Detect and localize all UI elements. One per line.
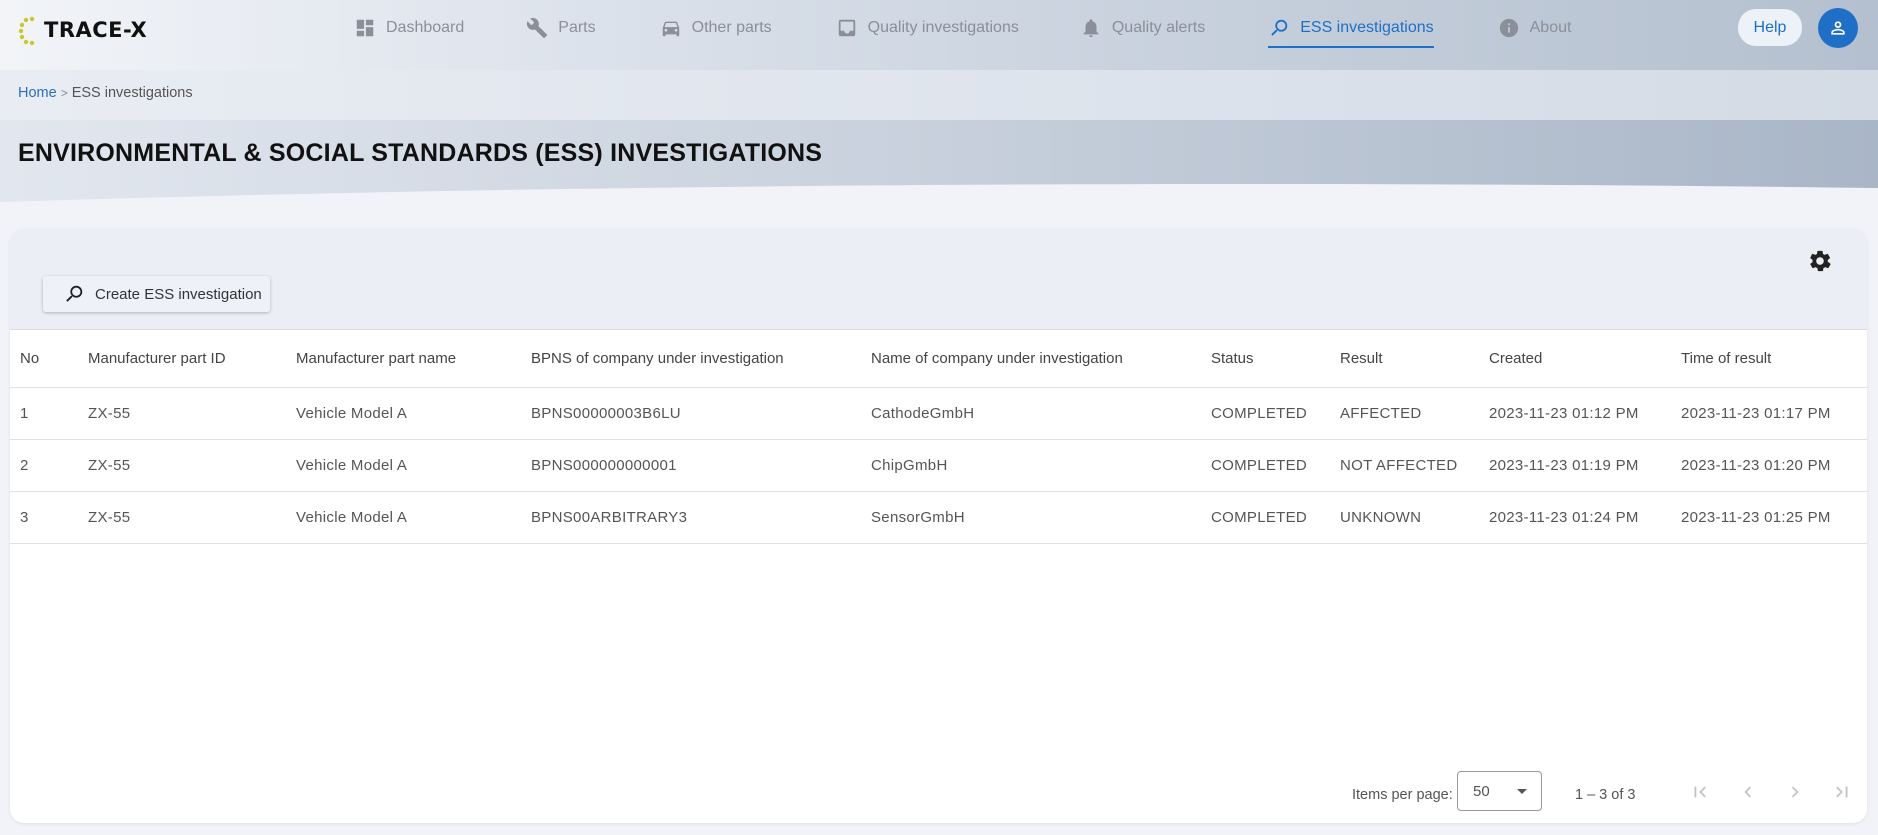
logo-ring-icon bbox=[18, 16, 35, 45]
last-page-button[interactable] bbox=[1829, 779, 1855, 805]
column-header-time-of-result[interactable]: Time of result bbox=[1671, 330, 1867, 388]
info-icon bbox=[1499, 18, 1518, 38]
cell-manufacturer-part-id: ZX-55 bbox=[78, 387, 286, 440]
cell-created: 2023-11-23 01:12 PM bbox=[1479, 387, 1671, 440]
help-button[interactable]: Help bbox=[1738, 9, 1802, 46]
wrench-icon bbox=[527, 18, 548, 39]
cell-created: 2023-11-23 01:19 PM bbox=[1479, 439, 1671, 492]
user-menu-button[interactable] bbox=[1818, 8, 1858, 48]
items-per-page-value: 50 bbox=[1473, 782, 1490, 800]
table-row[interactable]: 1 ZX-55 Vehicle Model A BPNS00000003B6LU… bbox=[10, 387, 1867, 440]
create-ess-investigation-button[interactable]: Create ESS investigation bbox=[43, 276, 270, 312]
page-range-label: 1 – 3 of 3 bbox=[1575, 787, 1636, 803]
breadcrumb-bar bbox=[0, 70, 1878, 120]
nav-item-label: ESS investigations bbox=[1300, 19, 1434, 36]
breadcrumb-current: ESS investigations bbox=[71, 85, 193, 101]
dropdown-arrow-icon bbox=[1517, 789, 1527, 794]
cell-manufacturer-part-name: Vehicle Model A bbox=[286, 439, 521, 492]
cell-bpns: BPNS000000000001 bbox=[521, 439, 861, 492]
nav-item-other-parts[interactable]: Other parts bbox=[660, 0, 772, 56]
search-icon bbox=[1271, 19, 1288, 36]
nav-item-label: Parts bbox=[558, 19, 596, 36]
nav-item-label: Dashboard bbox=[386, 19, 465, 36]
nav-item-ess-investigations[interactable]: ESS investigations bbox=[1268, 0, 1435, 56]
breadcrumb-separator: > bbox=[60, 86, 68, 100]
car-icon bbox=[662, 21, 679, 37]
cell-time-of-result: 2023-11-23 01:25 PM bbox=[1671, 491, 1867, 544]
items-per-page-label: Items per page: bbox=[1352, 787, 1453, 803]
cell-company-name: ChipGmbH bbox=[861, 439, 1201, 492]
cell-manufacturer-part-name: Vehicle Model A bbox=[286, 491, 521, 544]
first-page-button[interactable] bbox=[1687, 779, 1713, 805]
last-page-icon bbox=[1836, 786, 1848, 798]
nav-item-dashboard[interactable]: Dashboard bbox=[354, 0, 464, 56]
chevron-left-icon bbox=[1744, 786, 1752, 798]
first-page-icon bbox=[1694, 786, 1706, 798]
cell-no: 2 bbox=[10, 439, 78, 492]
table-settings-button[interactable] bbox=[1805, 246, 1835, 276]
nav-item-label: Other parts bbox=[691, 19, 772, 36]
column-header-manufacturer-part-id[interactable]: Manufacturer part ID bbox=[78, 330, 286, 388]
person-icon bbox=[1831, 21, 1845, 35]
cell-status: COMPLETED bbox=[1201, 439, 1330, 492]
column-header-no[interactable]: No bbox=[10, 330, 78, 388]
column-header-manufacturer-part-name[interactable]: Manufacturer part name bbox=[286, 330, 521, 388]
bell-icon bbox=[1083, 19, 1099, 38]
cell-time-of-result: 2023-11-23 01:17 PM bbox=[1671, 387, 1867, 440]
logo-text: TRACE-X bbox=[44, 18, 148, 42]
card-toolbar: Create ESS investigation bbox=[10, 229, 1867, 330]
nav-item-parts[interactable]: Parts bbox=[526, 0, 596, 56]
column-header-created[interactable]: Created bbox=[1479, 330, 1671, 388]
app-logo[interactable]: TRACE-X bbox=[18, 14, 147, 46]
cell-manufacturer-part-id: ZX-55 bbox=[78, 439, 286, 492]
nav-item-about[interactable]: About bbox=[1498, 0, 1572, 56]
breadcrumb: Home > ESS investigations bbox=[18, 85, 193, 101]
page-title: ENVIRONMENTAL & SOCIAL STANDARDS (ESS) I… bbox=[18, 139, 823, 167]
cell-no: 3 bbox=[10, 491, 78, 544]
dashboard-icon bbox=[356, 19, 374, 37]
nav-item-quality-investigations[interactable]: Quality investigations bbox=[836, 0, 1019, 56]
column-header-result[interactable]: Result bbox=[1330, 330, 1479, 388]
cell-bpns: BPNS00ARBITRARY3 bbox=[521, 491, 861, 544]
investigations-table: No Manufacturer part ID Manufacturer par… bbox=[10, 330, 1867, 544]
create-button-label: Create ESS investigation bbox=[95, 285, 262, 303]
breadcrumb-home-link[interactable]: Home bbox=[18, 85, 57, 101]
cell-manufacturer-part-name: Vehicle Model A bbox=[286, 387, 521, 440]
gear-icon bbox=[1810, 250, 1831, 272]
nav-item-label: About bbox=[1529, 19, 1572, 36]
cell-company-name: SensorGmbH bbox=[861, 491, 1201, 544]
cell-no: 1 bbox=[10, 387, 78, 440]
cell-status: COMPLETED bbox=[1201, 491, 1330, 544]
table-row[interactable]: 2 ZX-55 Vehicle Model A BPNS000000000001… bbox=[10, 439, 1867, 492]
cell-company-name: CathodeGmbH bbox=[861, 387, 1201, 440]
cell-created: 2023-11-23 01:24 PM bbox=[1479, 491, 1671, 544]
nav-item-label: Quality alerts bbox=[1111, 19, 1206, 36]
cell-time-of-result: 2023-11-23 01:20 PM bbox=[1671, 439, 1867, 492]
investigations-card: Create ESS investigation No Manufacturer… bbox=[10, 229, 1867, 823]
inbox-icon bbox=[838, 19, 855, 37]
chevron-right-icon bbox=[1791, 786, 1799, 798]
top-app-bar: TRACE-X Dashboard Parts Other parts Qual… bbox=[0, 0, 1878, 70]
table-row[interactable]: 3 ZX-55 Vehicle Model A BPNS00ARBITRARY3… bbox=[10, 491, 1867, 544]
nav-item-label: Quality investigations bbox=[867, 19, 1019, 36]
cell-result: NOT AFFECTED bbox=[1330, 439, 1479, 492]
cell-bpns: BPNS00000003B6LU bbox=[521, 387, 861, 440]
cell-manufacturer-part-id: ZX-55 bbox=[78, 491, 286, 544]
column-header-company-name[interactable]: Name of company under investigation bbox=[861, 330, 1201, 388]
column-header-status[interactable]: Status bbox=[1201, 330, 1330, 388]
main-nav: Dashboard Parts Other parts Quality inve… bbox=[352, 0, 1571, 56]
column-header-bpns[interactable]: BPNS of company under investigation bbox=[521, 330, 861, 388]
table-header-row: No Manufacturer part ID Manufacturer par… bbox=[10, 330, 1867, 388]
cell-status: COMPLETED bbox=[1201, 387, 1330, 440]
items-per-page-select[interactable]: 50 bbox=[1457, 771, 1542, 811]
cell-result: UNKNOWN bbox=[1330, 491, 1479, 544]
cell-result: AFFECTED bbox=[1330, 387, 1479, 440]
paginator: Items per page: 50 1 – 3 of 3 bbox=[10, 767, 1867, 823]
search-icon bbox=[66, 285, 83, 302]
nav-item-quality-alerts[interactable]: Quality alerts bbox=[1080, 0, 1205, 56]
previous-page-button[interactable] bbox=[1735, 779, 1761, 805]
next-page-button[interactable] bbox=[1782, 779, 1808, 805]
